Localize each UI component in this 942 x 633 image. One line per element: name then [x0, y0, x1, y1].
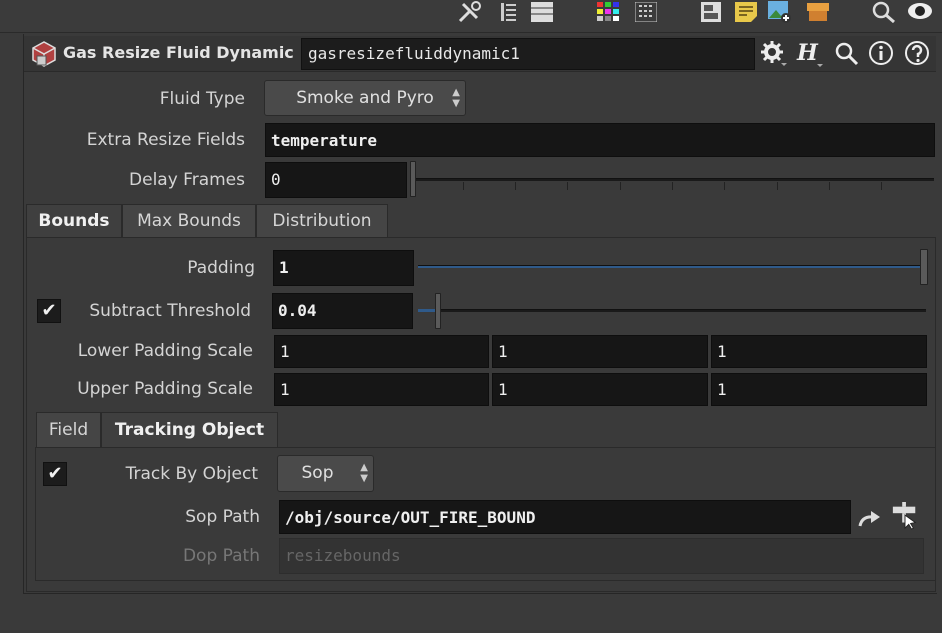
padding-label: Padding: [187, 258, 255, 278]
lower-padding-scale-label: Lower Padding Scale: [77, 341, 253, 361]
padding-input[interactable]: 1: [273, 250, 414, 286]
tab-distribution[interactable]: Distribution: [256, 204, 388, 238]
list-icon[interactable]: [494, 0, 522, 24]
layout-icon[interactable]: [697, 0, 725, 24]
padding-slider-fill: [418, 265, 926, 268]
svg-text:H: H: [796, 40, 819, 66]
tab-field[interactable]: Field: [36, 412, 101, 448]
subtract-threshold-checkbox[interactable]: ✔: [37, 299, 61, 323]
track-by-object-value: Sop: [301, 463, 334, 483]
delay-frames-slider-handle[interactable]: [410, 161, 416, 197]
node-type-icon: [29, 40, 59, 68]
lower-padding-scale-x[interactable]: 1: [274, 335, 489, 368]
track-by-object-menu[interactable]: Sop ▲ ▼: [277, 455, 374, 492]
track-by-object-label: Track By Object: [125, 464, 258, 484]
fluid-type-value: Smoke and Pyro: [296, 88, 434, 108]
eye-icon[interactable]: [906, 0, 934, 24]
updown-arrows-icon: ▲ ▼: [360, 462, 368, 484]
delay-frames-slider[interactable]: [410, 160, 935, 200]
fluid-type-menu[interactable]: Smoke and Pyro ▲ ▼: [264, 80, 466, 116]
slider-ticks: [412, 182, 934, 192]
padding-slider[interactable]: [418, 248, 930, 286]
search-icon[interactable]: [870, 0, 898, 24]
lower-padding-scale-z[interactable]: 1: [711, 335, 927, 368]
lower-padding-scale-y[interactable]: 1: [492, 335, 708, 368]
updown-arrows-icon: ▲ ▼: [452, 87, 460, 109]
upper-padding-scale-label: Upper Padding Scale: [77, 379, 253, 399]
node-chooser-icon[interactable]: [891, 502, 919, 530]
gear-icon[interactable]: [759, 39, 787, 67]
subtract-threshold-label: Subtract Threshold: [89, 301, 251, 321]
sop-path-input[interactable]: /obj/source/OUT_FIRE_BOUND: [279, 500, 851, 534]
tools-icon[interactable]: [456, 0, 484, 24]
upper-padding-scale-x[interactable]: 1: [274, 373, 489, 406]
extra-resize-fields-label: Extra Resize Fields: [86, 130, 245, 150]
subtract-threshold-input[interactable]: 0.04: [272, 293, 413, 329]
top-toolbar: [0, 0, 942, 33]
subtract-threshold-slider[interactable]: [418, 292, 928, 330]
tab-max-bounds[interactable]: Max Bounds: [122, 204, 256, 238]
tab-tracking-object[interactable]: Tracking Object: [101, 412, 278, 448]
upper-padding-scale-z[interactable]: 1: [711, 373, 927, 406]
search-icon[interactable]: [832, 39, 860, 67]
extra-resize-fields-input[interactable]: temperature: [265, 123, 935, 157]
subtract-threshold-slider-handle[interactable]: [435, 293, 441, 329]
tab-bounds[interactable]: Bounds: [26, 204, 122, 238]
dop-path-input[interactable]: resizebounds: [279, 538, 924, 574]
sticky-note-icon[interactable]: [732, 0, 760, 24]
question-icon[interactable]: [903, 39, 931, 67]
node-type-label: Gas Resize Fluid Dynamic: [63, 43, 294, 62]
lines-icon[interactable]: [528, 0, 556, 24]
node-name-field[interactable]: gasresizefluiddynamic1: [301, 38, 755, 70]
upper-padding-scale-y[interactable]: 1: [492, 373, 708, 406]
padding-slider-handle[interactable]: [920, 249, 928, 285]
delay-frames-label: Delay Frames: [129, 170, 245, 190]
help-h-icon[interactable]: H: [795, 39, 823, 67]
fluid-type-label: Fluid Type: [159, 89, 245, 109]
box-icon[interactable]: [804, 0, 832, 24]
sop-path-label: Sop Path: [185, 507, 260, 527]
image-add-icon[interactable]: [766, 0, 794, 24]
track-by-object-checkbox[interactable]: ✔: [43, 462, 67, 486]
color-grid-icon[interactable]: [594, 0, 622, 24]
grid-list-icon[interactable]: [632, 0, 660, 24]
info-icon[interactable]: [867, 39, 895, 67]
delay-frames-input[interactable]: 0: [265, 162, 407, 198]
jump-to-arrow-icon[interactable]: [856, 505, 884, 533]
dop-path-label: Dop Path: [182, 546, 260, 566]
